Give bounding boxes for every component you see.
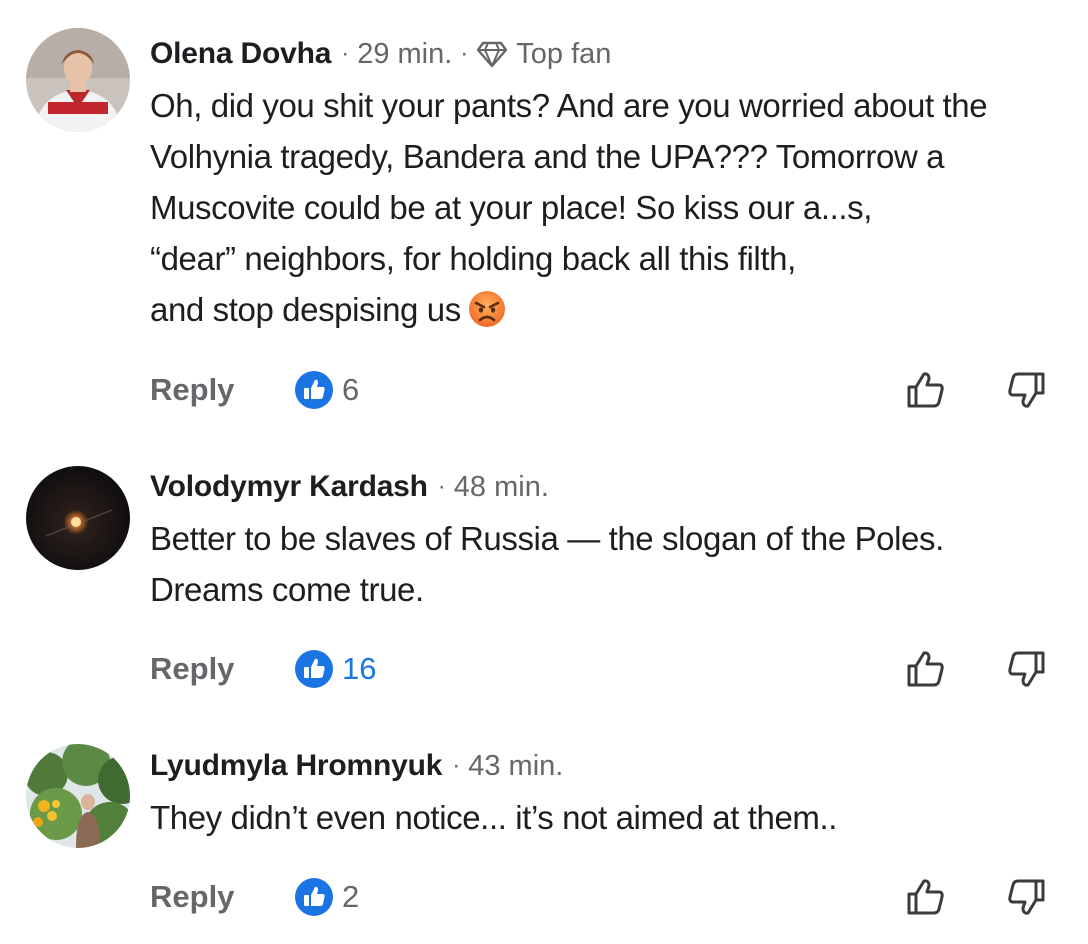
thumbs-down-icon[interactable] [1005, 648, 1047, 690]
comment-text-line: Dreams come true. [150, 571, 424, 608]
comment-header: Volodymyr Kardash · 48 min. [150, 467, 549, 507]
thumbs-down-icon[interactable] [1005, 369, 1047, 411]
comment-text-line: and stop despising us [150, 291, 461, 328]
thumbs-up-icon[interactable] [905, 369, 947, 411]
like-icon [295, 650, 333, 688]
like-count: 6 [342, 372, 360, 407]
comment-time[interactable]: 48 min. [454, 471, 549, 504]
comment-time[interactable]: 29 min. [357, 38, 452, 71]
comment-header: Lyudmyla Hromnyuk · 43 min. [150, 746, 563, 786]
avatar[interactable] [26, 466, 130, 570]
comment-text: They didn’t even notice... it’s not aime… [150, 792, 1070, 843]
comment-actions: Reply 16 [150, 646, 1060, 692]
author-name[interactable]: Volodymyr Kardash [150, 470, 428, 504]
top-fan-badge: Top fan [516, 37, 612, 70]
angry-face-emoji [468, 291, 505, 327]
comment-text-line: Muscovite could be at your place! So kis… [150, 189, 873, 226]
comment-text: Oh, did you shit your pants? And are you… [150, 80, 1070, 335]
comment-text-line: Oh, did you shit your pants? And are you… [150, 87, 988, 124]
thumbs-up-icon[interactable] [905, 648, 947, 690]
reply-button[interactable]: Reply [150, 874, 234, 920]
comment-actions: Reply 2 [150, 874, 1060, 920]
like-count: 16 [342, 651, 377, 686]
diamond-icon [477, 41, 508, 68]
comment-item: Volodymyr Kardash · 48 min. Better to be… [0, 440, 1088, 730]
comment-actions: Reply 6 [150, 367, 1060, 413]
comment-item: Olena Dovha · 29 min. · Top fan Oh, did … [0, 0, 1088, 440]
reply-button[interactable]: Reply [150, 646, 234, 692]
comment-meta: · 43 min. [452, 750, 563, 783]
separator-dot: · [341, 40, 350, 67]
separator-dot: · [452, 752, 461, 779]
thumbs-down-icon[interactable] [1005, 876, 1047, 918]
like-icon [295, 878, 333, 916]
comment-meta: · 29 min. · Top fan [341, 38, 611, 71]
comment-text-line-last: and stop despising us [150, 284, 1070, 335]
separator-dot: · [460, 40, 469, 67]
comment-text: Better to be slaves of Russia — the slog… [150, 513, 1070, 615]
avatar[interactable] [26, 744, 130, 848]
comment-time[interactable]: 43 min. [468, 750, 563, 783]
like-count-badge[interactable]: 2 [294, 874, 359, 920]
avatar[interactable] [26, 28, 130, 132]
reply-button[interactable]: Reply [150, 367, 234, 413]
like-count: 2 [342, 879, 360, 914]
comment-header: Olena Dovha · 29 min. · Top fan [150, 34, 611, 74]
comment-item: Lyudmyla Hromnyuk · 43 min. They didn’t … [0, 730, 1088, 944]
comment-text-line: Volhynia tragedy, Bandera and the UPA???… [150, 138, 945, 175]
like-count-badge[interactable]: 6 [294, 367, 359, 413]
comment-meta: · 48 min. [438, 471, 549, 504]
like-icon [295, 371, 333, 409]
like-count-badge[interactable]: 16 [294, 646, 376, 692]
author-name[interactable]: Lyudmyla Hromnyuk [150, 749, 442, 783]
separator-dot: · [437, 473, 446, 500]
author-name[interactable]: Olena Dovha [150, 37, 331, 71]
comment-text-line: Better to be slaves of Russia — the slog… [150, 520, 944, 557]
comment-text-line: “dear” neighbors, for holding back all t… [150, 240, 796, 277]
thumbs-up-icon[interactable] [905, 876, 947, 918]
comment-text-line: They didn’t even notice... it’s not aime… [150, 799, 838, 836]
